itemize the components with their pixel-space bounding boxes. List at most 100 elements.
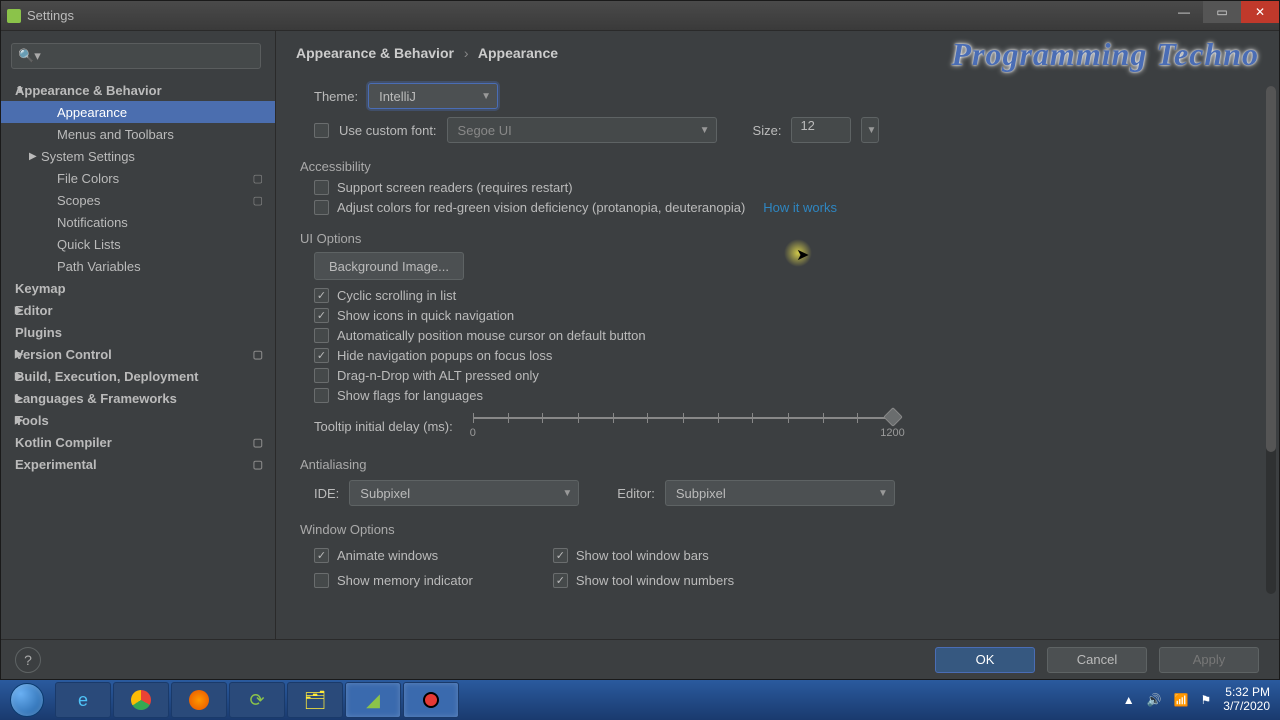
- screen-readers-label: Support screen readers (requires restart…: [337, 180, 573, 195]
- taskbar-chrome[interactable]: [113, 682, 169, 718]
- checkbox[interactable]: [314, 288, 329, 303]
- checkbox[interactable]: [314, 368, 329, 383]
- breadcrumb-b: Appearance: [478, 45, 558, 61]
- scrollbar[interactable]: [1266, 86, 1276, 594]
- tree-item-version-control[interactable]: ▶Version Control▢: [1, 343, 275, 365]
- ui-options-header: UI Options: [300, 231, 1255, 246]
- color-deficiency-checkbox[interactable]: [314, 200, 329, 215]
- size-label: Size:: [753, 123, 782, 138]
- tree-item-plugins[interactable]: Plugins: [1, 321, 275, 343]
- taskbar[interactable]: e ⟳ 🗂 ◢ ▲ 🔊 📶 ⚑ 5:32 PM 3/7/2020: [0, 680, 1280, 720]
- screen-readers-checkbox[interactable]: [314, 180, 329, 195]
- checkbox[interactable]: [553, 573, 568, 588]
- taskbar-explorer[interactable]: 🗂: [287, 682, 343, 718]
- ide-aa-select[interactable]: Subpixel▼: [349, 480, 579, 506]
- expand-arrow-icon: ▶: [15, 305, 23, 316]
- tree-item-keymap[interactable]: Keymap: [1, 277, 275, 299]
- project-scope-icon: ▢: [253, 172, 263, 185]
- accessibility-header: Accessibility: [300, 159, 1255, 174]
- ok-button[interactable]: OK: [935, 647, 1035, 673]
- checkbox-label: Drag-n-Drop with ALT pressed only: [337, 368, 539, 383]
- checkbox-label: Automatically position mouse cursor on d…: [337, 328, 646, 343]
- slider-max: 1200: [880, 427, 904, 439]
- taskbar-firefox[interactable]: [171, 682, 227, 718]
- project-scope-icon: ▢: [253, 436, 263, 449]
- start-button[interactable]: [0, 680, 54, 720]
- custom-font-label: Use custom font:: [339, 123, 437, 138]
- help-button[interactable]: ?: [15, 647, 41, 673]
- search-input[interactable]: 🔍▾: [11, 43, 261, 69]
- antialiasing-header: Antialiasing: [300, 457, 1255, 472]
- custom-font-checkbox[interactable]: [314, 123, 329, 138]
- font-select[interactable]: Segoe UI▼: [447, 117, 717, 143]
- window-options-header: Window Options: [300, 522, 1255, 537]
- expand-arrow-icon: ▶: [15, 393, 23, 404]
- color-deficiency-label: Adjust colors for red-green vision defic…: [337, 200, 745, 215]
- checkbox-label: Show memory indicator: [337, 573, 473, 588]
- apply-button[interactable]: Apply: [1159, 647, 1259, 673]
- background-image-button[interactable]: Background Image...: [314, 252, 464, 280]
- checkbox[interactable]: [314, 573, 329, 588]
- taskbar-app1[interactable]: ⟳: [229, 682, 285, 718]
- checkbox[interactable]: [314, 348, 329, 363]
- tree-item-build-execution-deployment[interactable]: ▶Build, Execution, Deployment: [1, 365, 275, 387]
- expand-arrow-icon: ▶: [15, 371, 23, 382]
- font-size-stepper[interactable]: ▼: [861, 117, 879, 143]
- tree-item-appearance-behavior[interactable]: ▼Appearance & Behavior: [1, 79, 275, 101]
- tree-item-notifications[interactable]: Notifications: [1, 211, 275, 233]
- app-icon: [7, 9, 21, 23]
- checkbox[interactable]: [553, 548, 568, 563]
- checkbox-label: Show icons in quick navigation: [337, 308, 514, 323]
- cancel-button[interactable]: Cancel: [1047, 647, 1147, 673]
- checkbox-label: Cyclic scrolling in list: [337, 288, 456, 303]
- tree-item-editor[interactable]: ▶Editor: [1, 299, 275, 321]
- taskbar-recorder[interactable]: [403, 682, 459, 718]
- checkbox[interactable]: [314, 328, 329, 343]
- tree-item-tools[interactable]: ▶Tools: [1, 409, 275, 431]
- window-title: Settings: [27, 8, 74, 23]
- checkbox-label: Show tool window bars: [576, 548, 709, 563]
- project-scope-icon: ▢: [253, 348, 263, 361]
- taskbar-android-studio[interactable]: ◢: [345, 682, 401, 718]
- tree-item-file-colors[interactable]: File Colors▢: [1, 167, 275, 189]
- tray-action-icon[interactable]: ⚑: [1201, 693, 1212, 707]
- settings-tree: ▼Appearance & BehaviorAppearanceMenus an…: [1, 79, 275, 475]
- editor-aa-select[interactable]: Subpixel▼: [665, 480, 895, 506]
- tooltip-delay-slider[interactable]: 0 1200: [473, 411, 893, 441]
- tree-item-appearance[interactable]: Appearance: [1, 101, 275, 123]
- taskbar-clock[interactable]: 5:32 PM 3/7/2020: [1223, 686, 1270, 714]
- slider-min: 0: [470, 427, 476, 439]
- system-tray[interactable]: ▲ 🔊 📶 ⚑ 5:32 PM 3/7/2020: [1123, 686, 1280, 714]
- tree-item-scopes[interactable]: Scopes▢: [1, 189, 275, 211]
- how-it-works-link[interactable]: How it works: [763, 200, 837, 215]
- checkbox[interactable]: [314, 308, 329, 323]
- theme-label: Theme:: [314, 89, 358, 104]
- breadcrumb-a[interactable]: Appearance & Behavior: [296, 45, 454, 61]
- tree-item-system-settings[interactable]: ▶System Settings: [1, 145, 275, 167]
- tray-volume-icon[interactable]: 🔊: [1147, 693, 1162, 707]
- minimize-button[interactable]: —: [1165, 1, 1203, 23]
- titlebar[interactable]: Settings — ▭ ✕: [1, 1, 1279, 31]
- search-icon: 🔍: [18, 48, 34, 64]
- tree-item-experimental[interactable]: Experimental▢: [1, 453, 275, 475]
- editor-aa-label: Editor:: [617, 486, 655, 501]
- tree-item-quick-lists[interactable]: Quick Lists: [1, 233, 275, 255]
- tree-item-menus-and-toolbars[interactable]: Menus and Toolbars: [1, 123, 275, 145]
- theme-select[interactable]: IntelliJ▼: [368, 83, 498, 109]
- close-button[interactable]: ✕: [1241, 1, 1279, 23]
- checkbox[interactable]: [314, 548, 329, 563]
- tree-item-path-variables[interactable]: Path Variables: [1, 255, 275, 277]
- dialog-footer: ? OK Cancel Apply: [1, 639, 1279, 679]
- expand-arrow-icon: ▶: [29, 151, 37, 162]
- checkbox-label: Show flags for languages: [337, 388, 483, 403]
- maximize-button[interactable]: ▭: [1203, 1, 1241, 23]
- taskbar-ie[interactable]: e: [55, 682, 111, 718]
- checkbox[interactable]: [314, 388, 329, 403]
- main-panel: Programming Techno Appearance & Behavior…: [276, 31, 1279, 639]
- tree-item-kotlin-compiler[interactable]: Kotlin Compiler▢: [1, 431, 275, 453]
- tray-network-icon[interactable]: 📶: [1174, 693, 1189, 707]
- tray-flag-icon[interactable]: ▲: [1123, 693, 1135, 707]
- tooltip-delay-label: Tooltip initial delay (ms):: [314, 419, 453, 434]
- font-size-input[interactable]: 12: [791, 117, 851, 143]
- tree-item-languages-frameworks[interactable]: ▶Languages & Frameworks: [1, 387, 275, 409]
